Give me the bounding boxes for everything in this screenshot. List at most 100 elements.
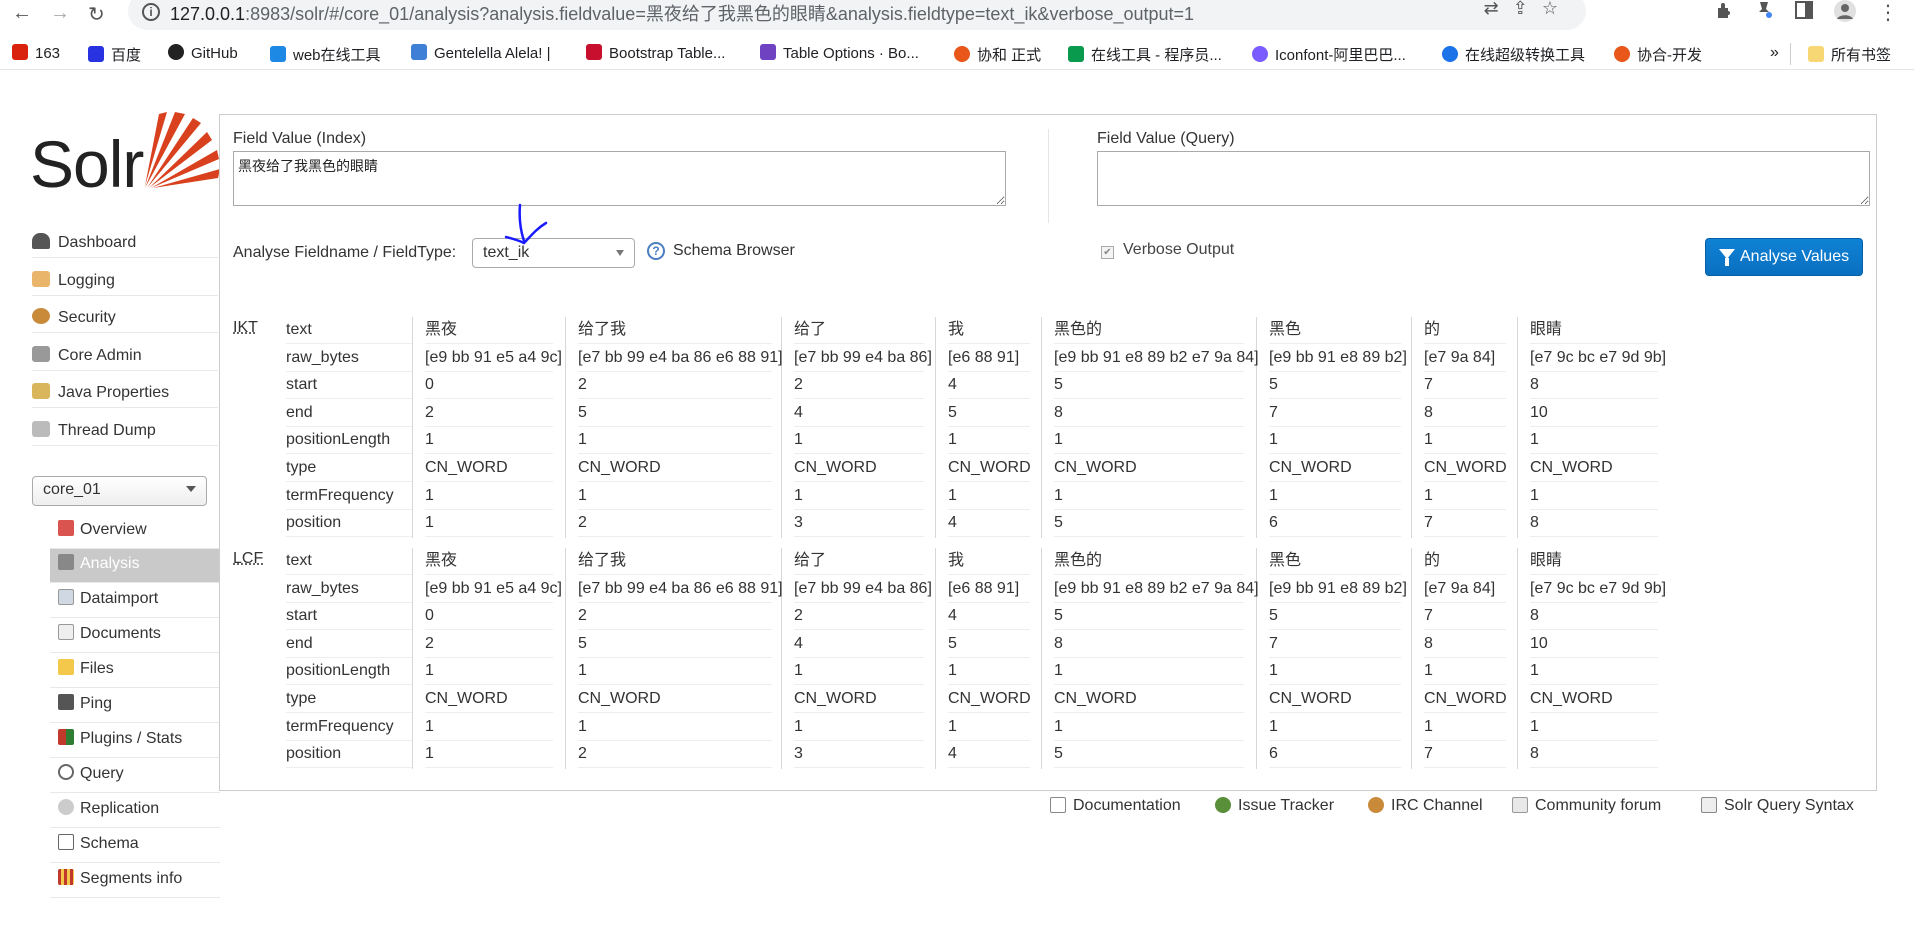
sidebar-item-logging[interactable]: Logging: [32, 268, 218, 296]
menu-kebab-icon[interactable]: ⋮: [1878, 0, 1902, 24]
token-cell: 5: [1054, 372, 1244, 400]
bookmark[interactable]: 163: [12, 44, 60, 62]
sidebar-item-security[interactable]: Security: [32, 305, 218, 333]
sidebar-item-java-properties[interactable]: Java Properties: [32, 380, 218, 408]
back-icon[interactable]: ←: [12, 2, 32, 25]
core-menu-label: Ping: [80, 695, 113, 712]
profile-avatar-icon[interactable]: [1834, 0, 1858, 24]
bookmark[interactable]: 在线超级转换工具: [1442, 44, 1585, 65]
bookmark[interactable]: Table Options · Bo...: [760, 44, 919, 62]
token-cell: 1: [1424, 427, 1506, 455]
core-menu-label: Dataimport: [80, 590, 159, 607]
bookmark[interactable]: Bootstrap Table...: [586, 44, 725, 62]
bookmark[interactable]: 在线工具 - 程序员...: [1068, 44, 1222, 65]
token-cell: 4: [794, 400, 924, 427]
forward-icon[interactable]: →: [50, 2, 70, 25]
solr-logo[interactable]: Solr: [30, 110, 220, 201]
field-value-query-input[interactable]: [1097, 151, 1870, 206]
bookmark[interactable]: 协和 正式: [954, 44, 1041, 65]
star-icon[interactable]: ☆: [1542, 0, 1572, 18]
token-cell: [e7 bb 99 e4 ba 86 e6 88 91]: [578, 345, 783, 372]
field-value-query-label: Field Value (Query): [1097, 130, 1235, 147]
token-cell: 7: [1269, 631, 1401, 658]
token-cell: CN_WORD: [1269, 455, 1401, 482]
core-menu-documents[interactable]: Documents: [50, 619, 220, 653]
share-icon[interactable]: ⇪: [1513, 0, 1542, 18]
token-cell: 1: [425, 741, 553, 769]
thread-dump-icon: [32, 421, 50, 437]
verbose-checkbox[interactable]: ✔: [1101, 246, 1114, 259]
address-bar[interactable]: i 127.0.0.1:8983/solr/#/core_01/analysis…: [128, 0, 1586, 30]
extensions-icon[interactable]: [1714, 0, 1738, 24]
token-cell: 黑夜: [425, 317, 553, 344]
163-icon: [12, 44, 28, 60]
translate-icon[interactable]: ⇄: [1484, 0, 1513, 18]
token-cell: 2: [425, 631, 553, 658]
token-cell: 2: [425, 400, 553, 427]
token-cell: CN_WORD: [1530, 455, 1658, 482]
token-cell: [e7 bb 99 e4 ba 86]: [794, 345, 932, 372]
side-panel-icon[interactable]: [1794, 0, 1818, 24]
token-cell: [e9 bb 91 e8 89 b2 e7 9a 84]: [1054, 576, 1259, 603]
bookmark[interactable]: Iconfont-阿里巴巴...: [1252, 44, 1406, 65]
all-bookmarks[interactable]: 所有书签: [1808, 44, 1891, 65]
token-cell: [e9 bb 91 e5 a4 9c]: [425, 345, 562, 372]
token-cell: 1: [1424, 483, 1506, 510]
token-cell: [e9 bb 91 e5 a4 9c]: [425, 576, 562, 603]
stage-label: LCF: [233, 550, 264, 567]
core-menu-label: Files: [80, 660, 114, 677]
token-cell: 1: [425, 510, 553, 538]
token-cell: 1: [425, 427, 553, 455]
core-menu-segments-info[interactable]: Segments info: [50, 864, 220, 898]
footer-link-label: Issue Tracker: [1238, 797, 1335, 814]
token-cell: 1: [578, 658, 772, 686]
core-menu-overview[interactable]: Overview: [50, 515, 220, 549]
token-cell: 4: [948, 603, 1030, 631]
footer-link-irc-channel[interactable]: IRC Channel: [1368, 797, 1483, 815]
sidebar-item-dashboard[interactable]: Dashboard: [32, 230, 218, 258]
core-menu-ping[interactable]: Ping: [50, 689, 220, 723]
field-value-index-input[interactable]: [233, 151, 1006, 206]
column-separator: [1517, 548, 1518, 769]
core-selector[interactable]: core_01: [32, 476, 207, 506]
verbose-label: Verbose Output: [1123, 241, 1235, 258]
verbose-output-toggle[interactable]: ✔ Verbose Output: [1101, 241, 1234, 259]
token-cell: [e7 bb 99 e4 ba 86 e6 88 91]: [578, 576, 783, 603]
token-cell: 8: [1530, 741, 1658, 769]
more-bookmarks-chevron[interactable]: »: [1770, 44, 1779, 62]
token-cell: 10: [1530, 400, 1658, 427]
attribute-label: text: [286, 317, 412, 344]
column-separator: [1041, 548, 1042, 769]
column-separator: [1411, 548, 1412, 769]
bookmark[interactable]: web在线工具: [270, 44, 381, 65]
bookmark[interactable]: Gentelella Alela! |: [411, 44, 550, 62]
footer-link-solr-query-syntax[interactable]: Solr Query Syntax: [1701, 797, 1854, 815]
token-cell: 1: [948, 483, 1030, 510]
sidebar-item-thread-dump[interactable]: Thread Dump: [32, 418, 218, 446]
core-menu-schema[interactable]: Schema: [50, 829, 220, 863]
token-cell: 8: [1054, 400, 1244, 427]
footer-link-community-forum[interactable]: Community forum: [1512, 797, 1661, 815]
bookmark[interactable]: 协合-开发: [1614, 44, 1702, 65]
core-menu-query[interactable]: Query: [50, 759, 220, 793]
schema-browser-label: Schema Browser: [673, 242, 795, 259]
fieldtype-select[interactable]: text_ik: [472, 238, 635, 268]
bookmark[interactable]: GitHub: [168, 44, 238, 62]
core-menu-files[interactable]: Files: [50, 654, 220, 688]
footer-link-issue-tracker[interactable]: Issue Tracker: [1215, 797, 1334, 815]
token-cell: 1: [948, 658, 1030, 686]
core-menu-replication[interactable]: Replication: [50, 794, 220, 828]
site-info-icon[interactable]: i: [142, 3, 160, 21]
core-menu-dataimport[interactable]: Dataimport: [50, 584, 220, 618]
sidebar-item-core-admin[interactable]: Core Admin: [32, 343, 218, 371]
schema-browser-link[interactable]: ? Schema Browser: [647, 242, 795, 260]
core-menu-label: Segments info: [80, 870, 183, 887]
bookmark[interactable]: 百度: [88, 44, 141, 65]
reload-icon[interactable]: ↻: [88, 2, 105, 27]
analyse-values-button[interactable]: Analyse Values: [1705, 238, 1863, 276]
core-menu-plugins-stats[interactable]: Plugins / Stats: [50, 724, 220, 758]
extension-pin-icon[interactable]: [1754, 0, 1778, 24]
core-menu-analysis[interactable]: Analysis: [50, 549, 220, 583]
footer-link-documentation[interactable]: Documentation: [1050, 797, 1181, 815]
token-cell: 1: [1424, 714, 1506, 741]
